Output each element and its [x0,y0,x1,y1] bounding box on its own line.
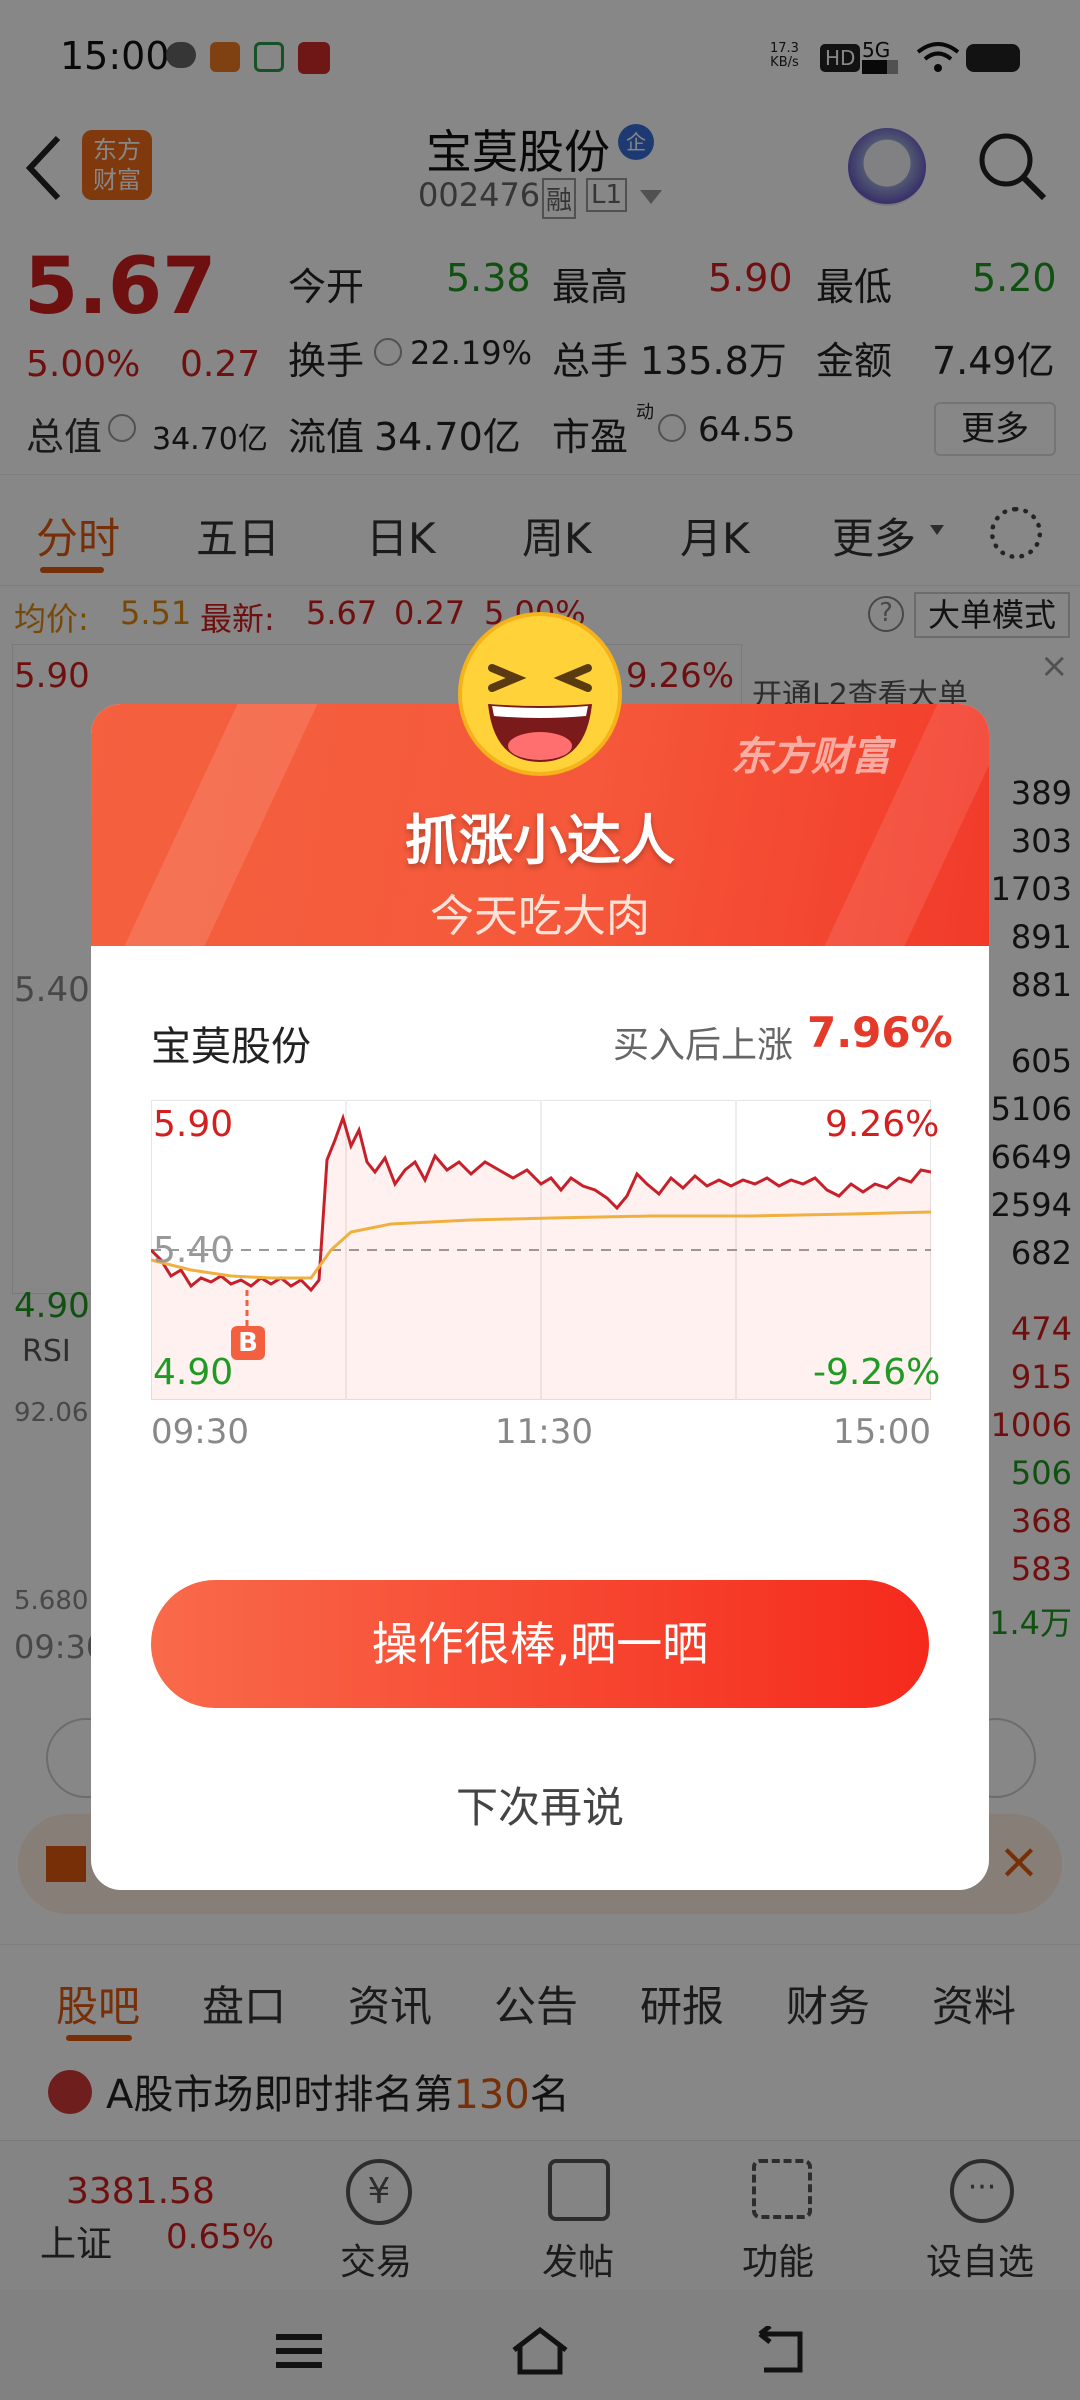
share-button[interactable]: 操作很棒,晒一晒 [151,1580,929,1708]
watermark-logo: 东方财富 [731,734,891,780]
modal-y-mid: 5.40 [153,1230,234,1271]
later-button[interactable]: 下次再说 [91,1774,989,1835]
gain-label: 买入后上涨 [613,1025,794,1066]
modal-time-mid: 11:30 [495,1412,593,1452]
modal-pct-top: 9.26% [825,1104,940,1145]
modal-time-end: 15:00 [833,1412,931,1452]
modal-pct-bot: -9.26% [813,1352,941,1393]
modal-time-start: 09:30 [151,1412,249,1452]
modal-y-bot: 4.90 [153,1352,234,1393]
laughing-emoji-icon [458,612,622,776]
gain-value: 7.96% [807,1008,953,1057]
buy-marker: B [231,1326,265,1360]
modal-y-top: 5.90 [153,1104,234,1145]
achievement-modal: 东方财富 抓涨小达人 今天吃大肉 宝莫股份 买入后上涨 7.96% 5.90 5… [91,704,989,1890]
modal-stock-name: 宝莫股份 [151,1024,311,1070]
modal-subtitle: 今天吃大肉 [430,891,650,942]
modal-title: 抓涨小达人 [405,809,675,872]
